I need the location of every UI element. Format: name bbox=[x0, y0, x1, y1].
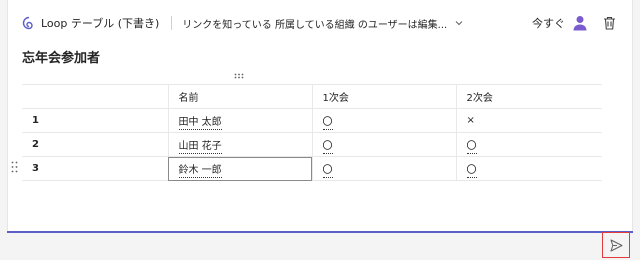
send-icon bbox=[610, 239, 622, 251]
cell-text: 〇 bbox=[322, 141, 333, 154]
name-cell[interactable]: 田中 太郎 bbox=[167, 108, 313, 133]
cell-text: 〇 bbox=[466, 141, 477, 154]
cell-text: × bbox=[466, 115, 475, 126]
loop-icon bbox=[22, 16, 33, 30]
first-party-cell[interactable]: 〇 bbox=[311, 132, 457, 157]
header-actions: 今すぐ bbox=[532, 13, 616, 33]
header-divider bbox=[171, 16, 173, 30]
second-party-cell[interactable]: × bbox=[455, 108, 602, 133]
loop-table: 名前 1次会 2次会 1 田中 太郎 〇 × 2 山田 花子 〇 〇 3 鈴木 … bbox=[22, 84, 602, 181]
second-party-cell[interactable]: 〇 bbox=[455, 156, 602, 181]
name-cell-selected[interactable]: 鈴木 一郎 bbox=[167, 156, 313, 181]
table-row: 1 田中 太郎 〇 × bbox=[22, 108, 602, 133]
header-cell-name[interactable]: 名前 bbox=[167, 84, 313, 109]
table-header-row: 名前 1次会 2次会 bbox=[22, 84, 602, 109]
cell-text: 田中 太郎 bbox=[178, 117, 222, 130]
cell-text: 〇 bbox=[322, 117, 333, 130]
row-index-cell[interactable]: 2 bbox=[22, 132, 169, 157]
header-cell-index[interactable] bbox=[22, 84, 169, 109]
last-edited-label: 今すぐ bbox=[532, 17, 565, 30]
component-title[interactable]: Loop テーブル (下書き) bbox=[41, 15, 159, 31]
first-party-cell[interactable]: 〇 bbox=[311, 108, 457, 133]
name-cell[interactable]: 山田 花子 bbox=[167, 132, 313, 157]
row-index-cell[interactable]: 3 bbox=[22, 156, 169, 181]
card-accent-border bbox=[7, 231, 633, 233]
cell-text: 鈴木 一郎 bbox=[178, 165, 222, 178]
person-icon[interactable] bbox=[573, 15, 587, 31]
cell-text: 〇 bbox=[466, 165, 477, 178]
header-cell-second-party[interactable]: 2次会 bbox=[455, 84, 602, 109]
chevron-down-icon[interactable] bbox=[455, 19, 463, 27]
cell-text: 山田 花子 bbox=[178, 141, 222, 154]
second-party-cell[interactable]: 〇 bbox=[455, 132, 602, 157]
cell-text: 〇 bbox=[322, 165, 333, 178]
row-index-cell[interactable]: 1 bbox=[22, 108, 169, 133]
header-cell-first-party[interactable]: 1次会 bbox=[311, 84, 457, 109]
column-drag-handle-icon[interactable] bbox=[234, 73, 244, 79]
table-row: 2 山田 花子 〇 〇 bbox=[22, 132, 602, 157]
table-row: 3 鈴木 一郎 〇 〇 bbox=[22, 156, 602, 181]
row-drag-handle-icon[interactable] bbox=[11, 161, 18, 173]
trash-icon[interactable] bbox=[603, 16, 616, 30]
first-party-cell[interactable]: 〇 bbox=[311, 156, 457, 181]
send-button[interactable] bbox=[602, 232, 630, 258]
component-header: Loop テーブル (下書き) リンクを知っている 所属している組織 のユーザー… bbox=[14, 13, 624, 33]
page-title: 忘年会参加者 bbox=[22, 51, 101, 66]
permission-dropdown[interactable]: リンクを知っている 所属している組織 のユーザーは編集... bbox=[182, 16, 447, 31]
